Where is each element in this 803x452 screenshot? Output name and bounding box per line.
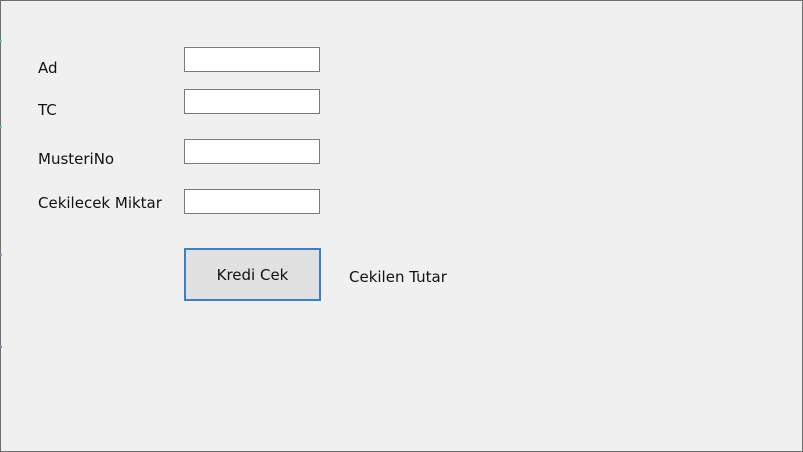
cekilen-tutar-label: Cekilen Tutar — [349, 268, 447, 286]
musterino-input[interactable] — [184, 139, 320, 164]
form-window: Ad TC MusteriNo Cekilecek Miktar Kredi C… — [0, 0, 803, 452]
ad-label: Ad — [38, 59, 58, 77]
window-edge-mark — [0, 346, 2, 348]
ad-input[interactable] — [184, 47, 320, 72]
window-edge-mark — [0, 40, 2, 42]
musterino-label: MusteriNo — [38, 150, 115, 168]
cekilecek-miktar-input[interactable] — [184, 189, 320, 214]
cekilecek-miktar-label: Cekilecek Miktar — [38, 194, 162, 212]
tc-label: TC — [38, 101, 57, 119]
tc-input[interactable] — [184, 89, 320, 114]
kredi-cek-button[interactable]: Kredi Cek — [184, 248, 321, 301]
window-edge-mark — [0, 126, 2, 128]
window-edge-mark — [0, 254, 2, 256]
